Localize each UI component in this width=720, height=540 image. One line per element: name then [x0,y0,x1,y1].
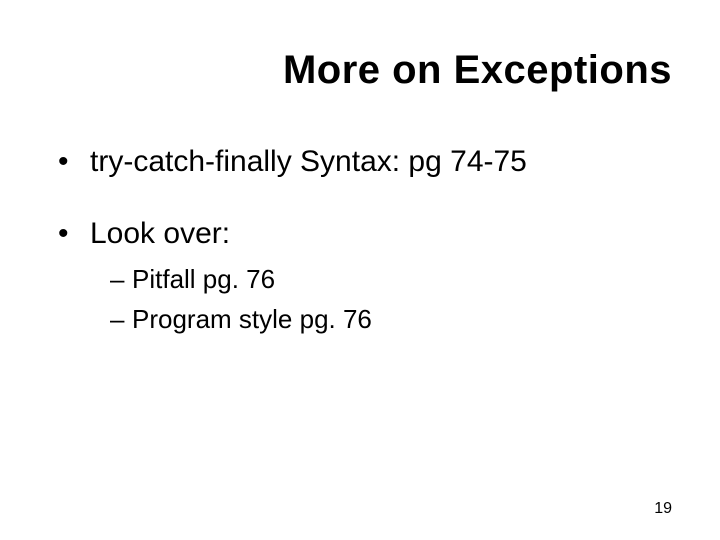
bullet-list: try-catch-finally Syntax: pg 74-75 Look … [58,140,672,338]
sub-bullet-item: Program style pg. 76 [110,301,672,339]
bullet-text: Look over: [90,217,230,250]
bullet-text: try-catch-finally Syntax: pg 74-75 [90,145,527,178]
sub-bullet-list: Pitfall pg. 76 Program style pg. 76 [90,261,672,338]
sub-bullet-item: Pitfall pg. 76 [110,261,672,299]
page-number: 19 [654,500,672,518]
sub-bullet-text: Program style pg. 76 [132,304,372,334]
sub-bullet-text: Pitfall pg. 76 [132,264,275,294]
slide-title: More on Exceptions [0,48,672,93]
bullet-item: try-catch-finally Syntax: pg 74-75 [58,140,672,184]
bullet-item: Look over: Pitfall pg. 76 Program style … [58,212,672,339]
slide-body: try-catch-finally Syntax: pg 74-75 Look … [58,140,672,366]
slide: More on Exceptions try-catch-finally Syn… [0,0,720,540]
